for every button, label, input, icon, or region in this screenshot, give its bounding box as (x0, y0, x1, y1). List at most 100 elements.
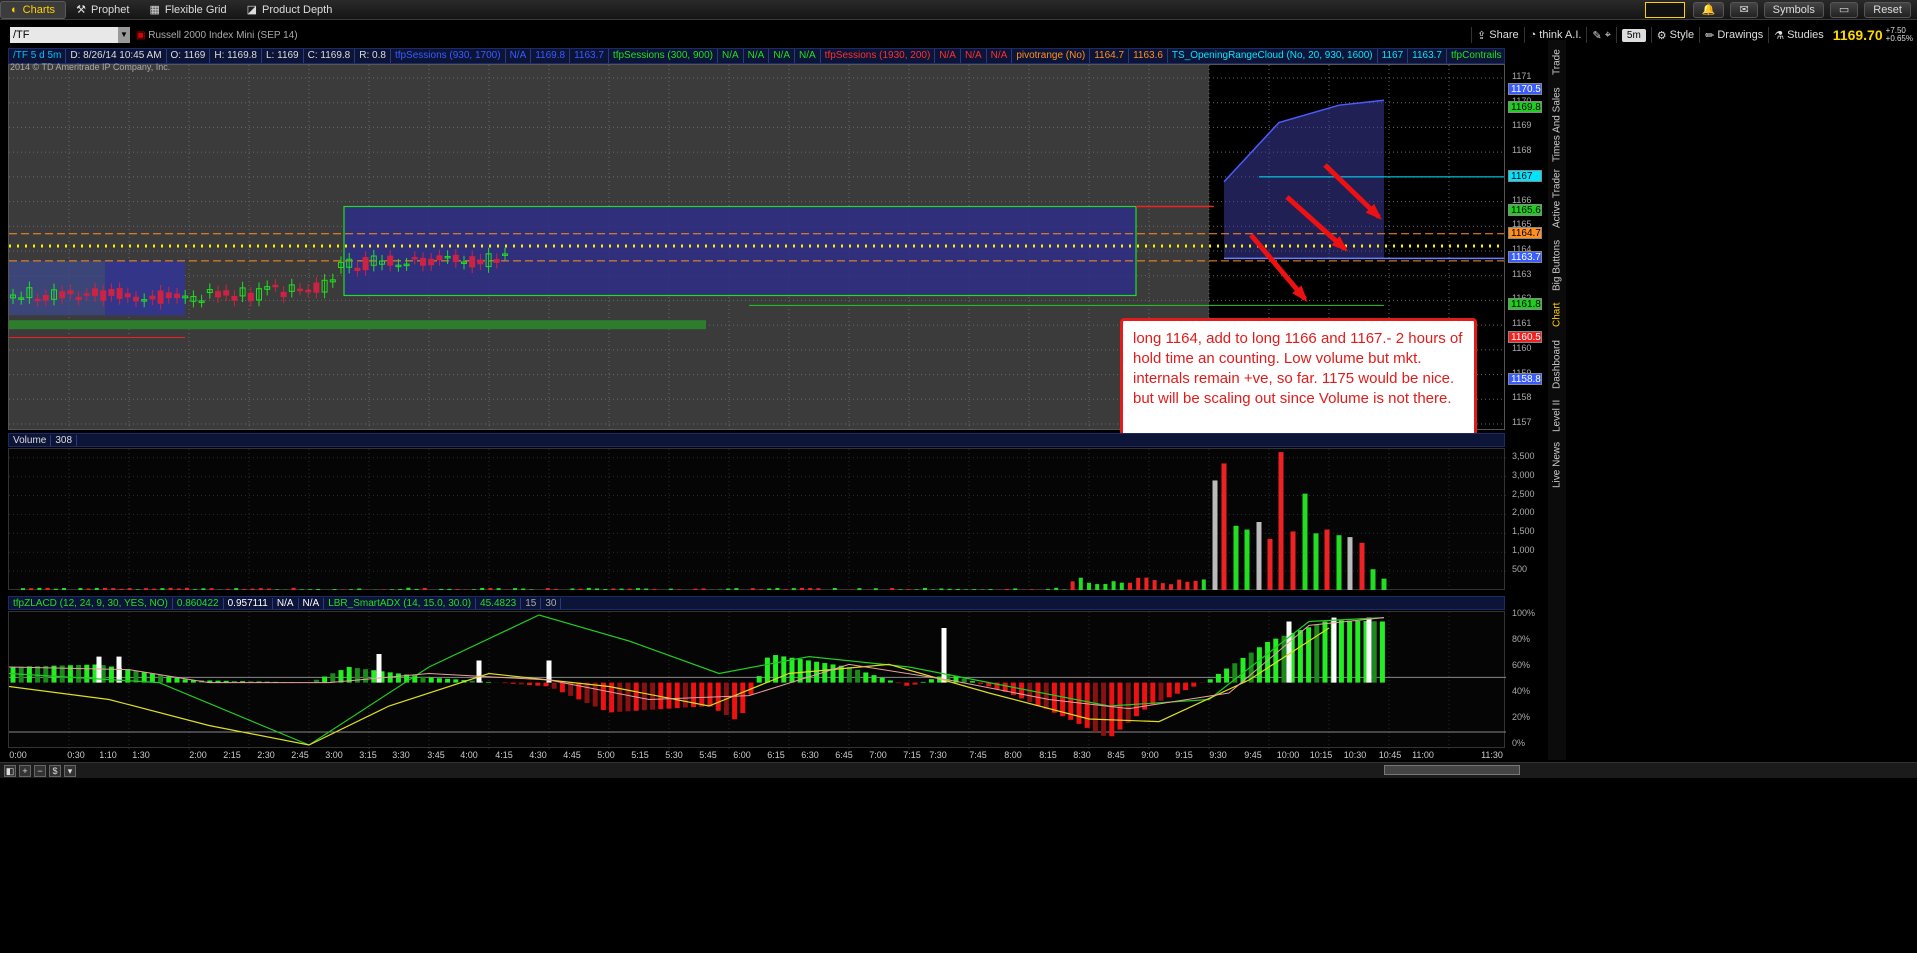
study-value[interactable]: tfpSessions (930, 1700) (391, 49, 506, 63)
zoom-out-icon[interactable]: − (34, 764, 46, 777)
indicator-panel[interactable] (8, 611, 1506, 749)
side-tab-times-and-sales[interactable]: Times And Sales (1549, 88, 1565, 163)
tab-flexible-grid[interactable]: ▦ Flexible Grid (139, 1, 236, 19)
histogram-bar (420, 676, 426, 683)
candle-body (92, 288, 98, 297)
price-tag: 1167 (1508, 169, 1542, 182)
volume-tick-label: 3,000 (1512, 469, 1535, 480)
link-color-box[interactable] (1644, 1, 1685, 18)
side-tab-big-buttons[interactable]: Big Buttons (1549, 239, 1565, 290)
study-value[interactable]: tfpSessions (300, 900) (609, 49, 718, 63)
indicator-value[interactable]: 45.4823 (476, 597, 522, 609)
study-value[interactable]: 1163.7 (1408, 49, 1447, 63)
tab-product-depth[interactable]: ◪ Product Depth (237, 1, 343, 19)
volume-bar (1160, 583, 1165, 590)
study-value[interactable]: L: 1169 (262, 49, 304, 63)
volume-bar (1128, 582, 1132, 590)
indicator-value[interactable]: N/A (299, 597, 325, 609)
histogram-bar (732, 682, 738, 720)
volume-bar (447, 588, 452, 590)
indicator-value[interactable]: 15 (521, 597, 542, 609)
histogram-bar (395, 673, 401, 683)
symbol-value: /TF (13, 29, 30, 41)
study-value[interactable]: N/A (987, 49, 1013, 63)
share-button[interactable]: ⇪ Share (1471, 27, 1524, 43)
volume-bar (1119, 582, 1124, 590)
side-tab-dashboard[interactable]: Dashboard (1549, 340, 1565, 390)
indicator-value[interactable]: N/A (273, 597, 299, 609)
studies-button[interactable]: ⚗ Studies (1768, 27, 1829, 43)
style-button[interactable]: ⚙ Style (1650, 27, 1699, 43)
study-value[interactable]: 1167 (1378, 49, 1409, 63)
study-value[interactable]: N/A (935, 49, 961, 63)
alert-button[interactable]: 🔔 (1692, 1, 1725, 18)
tab-prophet[interactable]: ⚒ Prophet (66, 1, 139, 19)
volume-bar (750, 588, 755, 590)
indicator-value[interactable]: LBR_SmartADX (14, 15.0, 30.0) (324, 597, 477, 609)
side-tab-active-trader[interactable]: Active Trader (1549, 168, 1565, 230)
volume-panel[interactable] (8, 448, 1506, 591)
side-tab-live-news[interactable]: Live News (1549, 440, 1565, 490)
study-value[interactable]: O: 1169 (167, 49, 211, 63)
study-value[interactable]: N/A (718, 49, 744, 63)
side-tab-trade[interactable]: Trade (1549, 42, 1565, 82)
chevron-down-icon[interactable]: ▼ (118, 27, 130, 43)
indicator-value[interactable]: 0.957111 (224, 597, 273, 609)
side-tab-chart[interactable]: Chart (1549, 300, 1565, 330)
study-value[interactable]: TS_OpeningRangeCloud (No, 20, 930, 1600) (1168, 49, 1378, 63)
symbol-input[interactable]: /TF ▼ (10, 27, 130, 43)
drawings-button[interactable]: ✏ Drawings (1699, 27, 1768, 43)
candle-body (272, 284, 279, 288)
top-menu-bar: ◐ Charts ⚒ Prophet ▦ Flexible Grid ◪ Product… (0, 0, 1917, 20)
study-value[interactable]: 1163.6 (1129, 49, 1168, 63)
dollar-icon[interactable]: $ (49, 764, 61, 777)
tools-button[interactable]: ✎ ⌖ (1586, 27, 1615, 43)
study-value[interactable]: N/A (744, 49, 770, 63)
study-value[interactable]: 1164.7 (1090, 49, 1130, 63)
timeframe-button[interactable]: 5m (1615, 27, 1651, 43)
candle-body (387, 255, 394, 266)
study-value[interactable]: 1169.8 (531, 49, 571, 63)
volume-bar (808, 588, 813, 590)
study-value[interactable]: H: 1169.8 (210, 49, 262, 63)
reset-button[interactable]: Reset (1864, 1, 1911, 18)
volume-bar (800, 587, 804, 590)
trade-annotation[interactable]: long 1164, add to long 1166 and 1167.- 2… (1120, 318, 1477, 445)
zoom-in-icon[interactable]: + (19, 764, 31, 777)
volume-bar (455, 589, 460, 590)
expand-icon[interactable]: ◧ (4, 764, 16, 777)
indicator-value[interactable]: tfpZLACD (12, 24, 9, 30, YES, NO) (9, 597, 173, 609)
histogram-bar-white (1331, 617, 1337, 683)
chevron-down-icon[interactable]: ▾ (64, 764, 76, 777)
study-value[interactable]: N/A (961, 49, 987, 63)
study-value[interactable]: D: 8/26/14 10:45 AM (66, 49, 167, 63)
volume-bar (693, 588, 698, 590)
chart-scrollbar[interactable] (1384, 765, 1520, 775)
study-value[interactable]: N/A (795, 49, 821, 63)
study-value[interactable]: tfpContrails (30) (1447, 49, 1504, 63)
study-value[interactable]: tfpSessions (1930, 200) (821, 49, 936, 63)
study-value[interactable]: 1163.7 (570, 49, 609, 63)
message-button[interactable]: ✉ (1730, 1, 1758, 18)
study-value[interactable]: N/A (506, 49, 532, 63)
symbols-button[interactable]: Symbols (1763, 1, 1824, 18)
layout-button[interactable]: ▭ (1829, 1, 1859, 18)
histogram-bar (330, 673, 336, 683)
tab-charts[interactable]: ◐ Charts (0, 0, 67, 19)
study-value[interactable]: C: 1169.8 (304, 49, 356, 63)
indicator-value[interactable]: 0.860422 (173, 597, 224, 609)
study-value[interactable]: N/A (769, 49, 795, 63)
study-value[interactable]: /TF 5 d 5m (9, 49, 67, 63)
histogram-bar (789, 657, 795, 683)
volume-bar (316, 589, 321, 590)
histogram-bar (846, 667, 852, 683)
study-value[interactable]: pivotrange (No) (1012, 49, 1091, 63)
volume-bar (29, 588, 34, 590)
volume-bar (1290, 531, 1296, 590)
study-value[interactable]: R: 0.8 (355, 49, 391, 63)
time-tick-label: 1:30 (132, 750, 150, 760)
histogram-bar-white (1286, 621, 1292, 683)
time-tick-label: 7:30 (929, 750, 947, 760)
indicator-value[interactable]: 30 (541, 597, 562, 609)
side-tab-level-ii[interactable]: Level II (1549, 400, 1565, 432)
